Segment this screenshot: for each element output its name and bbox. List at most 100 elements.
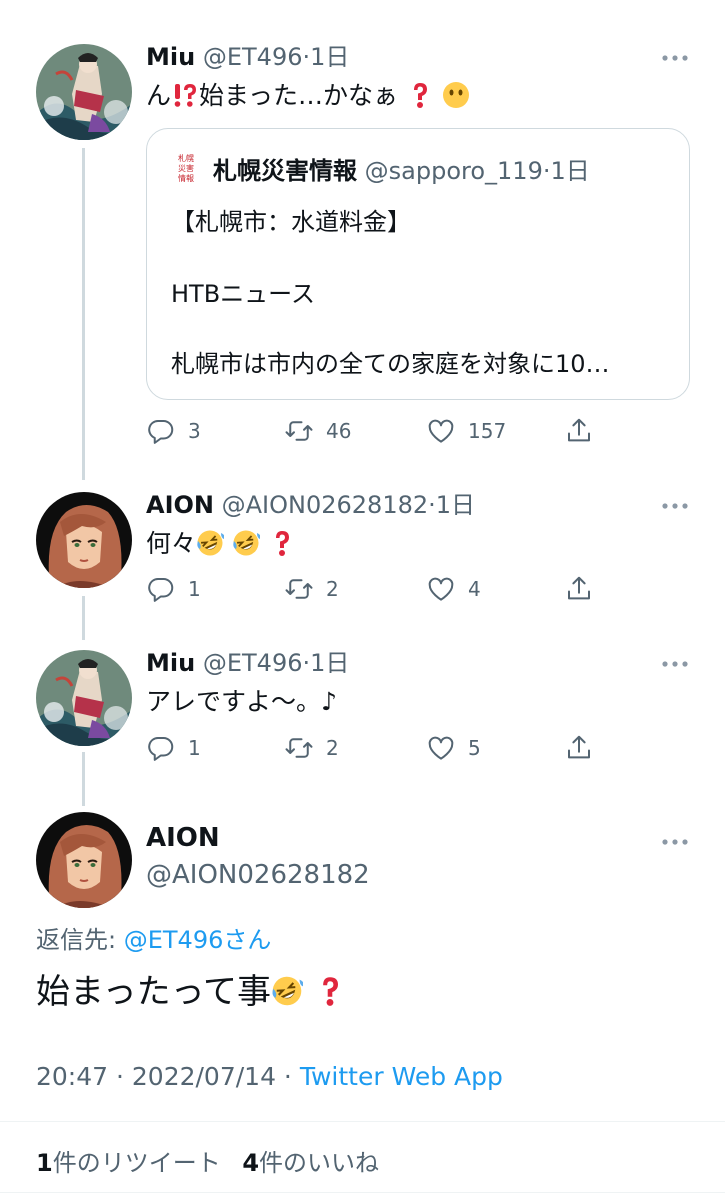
retweet-button[interactable]: 2 (284, 574, 339, 604)
separator-dot: · (302, 649, 311, 677)
quoted-tweet[interactable]: 札幌 災害 情報 札幌災害情報 @sapporo_119·1日 【札幌市：水道料… (146, 128, 690, 400)
avatar[interactable] (36, 44, 132, 140)
rofl-emoji-icon (232, 529, 260, 557)
tweet-timestamp[interactable]: 20:47 (36, 1062, 108, 1091)
reply-button[interactable]: 1 (146, 733, 201, 763)
tweet-actions: 1 2 4 (146, 574, 596, 604)
tweet-text-part: 何々 (146, 529, 197, 558)
tweet-text-part: ん (146, 81, 172, 110)
quote-text-line: 【札幌市：水道料金】 (171, 208, 411, 236)
tweet-text: 何々 (146, 527, 296, 561)
more-icon[interactable] (660, 654, 690, 674)
tweet-actions: 3 46 157 (146, 416, 596, 446)
question-icon (268, 529, 296, 557)
divider (0, 1121, 725, 1122)
share-icon (568, 576, 590, 600)
user-handle[interactable]: @ET496 (203, 43, 303, 71)
reply-icon (148, 420, 174, 444)
reply-icon (148, 578, 174, 602)
retweets-stat[interactable]: 1件のリツイート (36, 1149, 221, 1177)
thread-line (82, 596, 85, 640)
like-button[interactable]: 157 (426, 416, 506, 446)
more-icon[interactable] (660, 832, 690, 852)
user-handle[interactable]: @ET496 (203, 649, 303, 677)
likes-stat[interactable]: 4件のいいね (242, 1149, 379, 1177)
reply-button[interactable]: 3 (146, 416, 201, 446)
retweet-label: 件のリツイート (52, 1149, 221, 1177)
separator-dot: · (302, 43, 311, 71)
tweet-text: ん始まった…かなぁ (146, 79, 470, 113)
quote-text-line: HTBニュース (171, 280, 315, 308)
tweet-header: Miu @ET496·1日 (146, 42, 349, 72)
retweet-button[interactable]: 2 (284, 733, 339, 763)
tweet-text: 始まったって事 (36, 969, 346, 1015)
tweet-meta: 20:47 · 2022/07/14 · Twitter Web App (36, 1062, 503, 1091)
thread-line (82, 148, 85, 480)
svg-text:情報: 情報 (178, 173, 194, 183)
reply-count: 1 (188, 577, 201, 601)
user-handle[interactable]: @AION02628182 (146, 860, 370, 890)
reply-count: 1 (188, 736, 201, 760)
quote-text-line: 札幌市は市内の全ての家庭を対象に10… (171, 350, 610, 378)
more-icon[interactable] (660, 496, 690, 516)
divider (0, 1192, 725, 1193)
like-icon (428, 577, 454, 601)
exclamation-question-icon (171, 81, 199, 109)
retweet-count: 2 (326, 577, 339, 601)
share-button[interactable] (564, 416, 594, 446)
display-name[interactable]: Miu (146, 43, 195, 71)
tweet-time[interactable]: 1日 (310, 43, 349, 71)
reply-button[interactable]: 1 (146, 574, 201, 604)
rofl-emoji-icon (196, 529, 225, 557)
display-name[interactable]: Miu (146, 649, 195, 677)
replying-to: 返信先: @ET496さん (36, 920, 271, 955)
tweet-header: Miu @ET496·1日 (146, 648, 349, 678)
share-button[interactable] (564, 574, 594, 604)
user-handle[interactable]: @AION02628182 (222, 491, 429, 519)
quote-display-name[interactable]: 札幌災害情報 (213, 157, 357, 185)
share-button[interactable] (564, 733, 594, 763)
thread-line (82, 752, 85, 806)
like-button[interactable]: 5 (426, 733, 481, 763)
tweet-time[interactable]: 1日 (310, 649, 349, 677)
share-icon (568, 418, 590, 442)
tweet-header: AION @AION02628182·1日 (146, 490, 475, 520)
retweet-icon (285, 579, 313, 599)
avatar[interactable] (36, 492, 132, 588)
display-name[interactable]: AION (146, 823, 220, 853)
replying-to-link[interactable]: @ET496 (124, 926, 224, 954)
reply-count: 3 (188, 419, 201, 443)
neutral-face-icon (442, 81, 470, 109)
quote-user-handle[interactable]: @sapporo_119 (365, 157, 543, 185)
avatar[interactable] (36, 812, 132, 908)
retweet-total: 1 (36, 1149, 53, 1177)
replying-suffix[interactable]: さん (223, 926, 271, 954)
retweet-button[interactable]: 46 (284, 416, 351, 446)
share-icon (568, 735, 590, 759)
engagement-stats: 1件のリツイート 4件のいいね (36, 1143, 379, 1178)
tweet-text: アレですよ〜。♪ (146, 687, 337, 716)
more-icon[interactable] (660, 48, 690, 68)
retweet-icon (285, 738, 313, 758)
question-icon (314, 975, 346, 1007)
quote-avatar[interactable]: 札幌 災害 情報 (173, 151, 199, 185)
avatar[interactable] (36, 650, 132, 746)
like-icon (428, 736, 454, 760)
like-button[interactable]: 4 (426, 574, 481, 604)
svg-text:札幌: 札幌 (178, 153, 194, 163)
tweet-text-part: 始まったって事 (36, 972, 271, 1012)
like-total: 4 (242, 1149, 260, 1177)
retweet-count: 46 (326, 419, 352, 443)
like-label: 件のいいね (259, 1149, 380, 1177)
rofl-emoji-icon (271, 975, 303, 1007)
display-name[interactable]: AION (146, 491, 214, 519)
tweet-date[interactable]: 2022/07/14 (132, 1062, 276, 1091)
quote-time[interactable]: 1日 (550, 157, 589, 185)
tweet-time[interactable]: 1日 (436, 491, 475, 519)
separator-dot: · (108, 1062, 132, 1091)
quote-header: 札幌災害情報 @sapporo_119·1日 (213, 156, 590, 186)
svg-text:災害: 災害 (178, 163, 194, 173)
source-app-link[interactable]: Twitter Web App (300, 1062, 503, 1091)
like-count: 4 (468, 577, 481, 601)
separator-dot: · (275, 1062, 300, 1091)
